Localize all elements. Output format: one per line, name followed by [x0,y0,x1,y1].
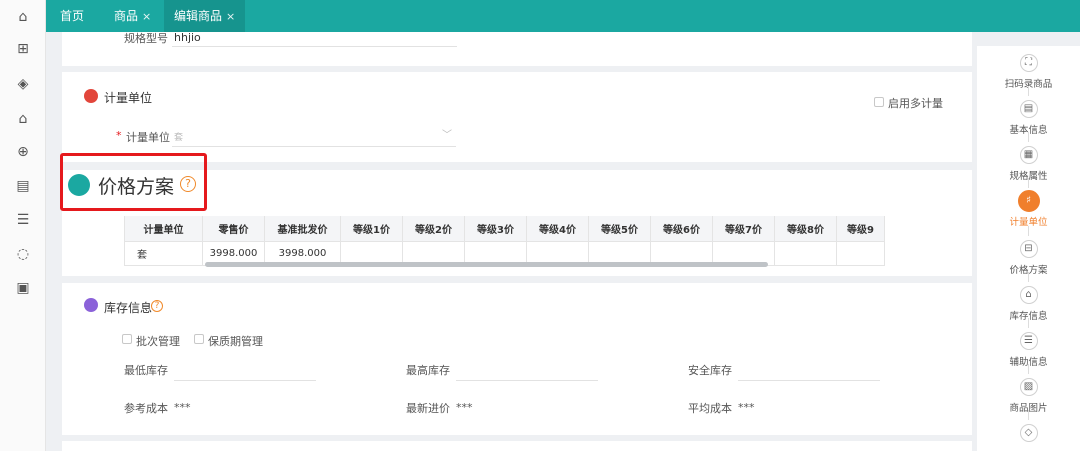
table-cell[interactable] [775,242,837,265]
unit-section-icon [84,89,98,103]
nav-connector [1028,226,1029,236]
min-stock-input[interactable] [174,380,316,381]
stock-section-icon [84,298,98,312]
max-stock-input[interactable] [456,380,598,381]
table-header-cell: 等级7价 [713,216,775,241]
spec-label: 规格型号 [124,32,168,45]
multi-unit-label: 启用多计量 [888,97,943,110]
tab-edit-goods[interactable]: 编辑商品 × [164,0,246,32]
min-stock-label: 最低库存 [124,364,168,377]
table-cell[interactable] [837,242,885,265]
max-stock-label: 最高库存 [406,364,450,377]
home-icon[interactable]: ⌂ [14,8,32,26]
unit-icon: ♯ [1017,190,1040,212]
table-header-cell: 等级9 [837,216,885,241]
spec-underline [172,46,457,47]
table-header-cell: 等级8价 [775,216,837,241]
stock-section-title: 库存信息 [104,301,153,315]
help-icon[interactable]: ? [151,300,163,312]
ref-cost-value: *** [174,401,191,414]
image-icon: ▨ [1019,378,1038,396]
table-scrollbar[interactable] [205,262,768,267]
report-icon[interactable]: ☰ [14,211,32,229]
top-tabbar: 首页 商品 × 编辑商品 × [46,0,1080,32]
safe-stock-label: 安全库存 [688,364,732,377]
table-header-cell: 等级5价 [589,216,651,241]
stock-card: 库存信息 ? 批次管理 保质期管理 最低库存 最高库存 安全库存 参考成本 **… [62,283,972,435]
left-sidebar: ⌂ ⊞ ◈ ⌂ ⊕ ▤ ☰ ◌ ▣ [0,0,46,451]
bag-icon[interactable]: ⊕ [14,143,32,161]
nav-connector [1028,410,1029,420]
avg-cost-label: 平均成本 [688,402,732,415]
aux-icon: ☰ [1019,332,1038,350]
nav-connector [1028,132,1029,142]
table-header-cell: 计量单位 [125,216,203,241]
unit-underline [172,146,456,147]
nav-connector [1028,364,1029,374]
close-icon[interactable]: × [142,10,151,23]
latest-price-value: *** [456,401,473,414]
batch-checkbox[interactable] [122,334,132,344]
tag-icon: ◇ [1019,424,1038,442]
clipboard-icon[interactable]: ▤ [14,177,32,195]
multi-unit-checkbox[interactable] [874,97,884,107]
scan-icon: ⛶ [1019,54,1038,72]
shelf-life-checkbox[interactable] [194,334,204,344]
tab-home[interactable]: 首页 [50,0,94,32]
table-header-cell: 等级1价 [341,216,403,241]
table-header-cell: 基准批发价 [265,216,341,241]
nav-connector [1028,86,1029,96]
tab-label: 首页 [60,9,85,23]
table-header-cell: 等级6价 [651,216,713,241]
avg-cost-value: *** [738,401,755,414]
table-cell[interactable]: 套 [125,242,203,265]
stock-icon: ⌂ [1019,286,1038,304]
required-mark: * [116,129,122,142]
tag-icon[interactable]: ◈ [14,75,32,93]
info-icon: ▤ [1019,100,1038,118]
right-section-nav: ⛶ 扫码录商品 ▤ 基本信息 ▦ 规格属性 ♯ 计量单位 ⊟ 价格方案 ⌂ 库存… [977,46,1080,451]
tab-label: 编辑商品 [174,9,223,23]
unit-field-label: 计量单位 [126,131,170,144]
table-header-cell: 等级3价 [465,216,527,241]
tab-goods[interactable]: 商品 × [104,0,161,32]
price-table-header: 计量单位 零售价 基准批发价 等级1价 等级2价 等级3价 等级4价 等级5价 等级6价 等级7价… [125,216,885,242]
nav-connector [1028,272,1029,282]
nav-connector [1028,318,1029,328]
grid-icon: ▦ [1019,146,1038,164]
table-header-cell: 零售价 [203,216,265,241]
ref-cost-label: 参考成本 [124,402,168,415]
close-icon[interactable]: × [226,10,235,23]
safe-stock-input[interactable] [738,380,880,381]
price-table: 计量单位 零售价 基准批发价 等级1价 等级2价 等级3价 等级4价 等级5价 等级6价 等级7价… [124,216,888,266]
batch-label: 批次管理 [136,335,180,348]
store-icon[interactable]: ⌂ [14,110,32,128]
tab-label: 商品 [114,9,139,23]
loading-icon[interactable]: ◌ [14,245,32,263]
next-card [62,441,972,451]
unit-section-title: 计量单位 [104,91,153,105]
chevron-down-icon[interactable]: ﹀ [442,126,452,141]
shelf-life-label: 保质期管理 [208,335,263,348]
nav-connector [1028,178,1029,188]
latest-price-label: 最新进价 [406,402,450,415]
table-header-cell: 等级4价 [527,216,589,241]
price-icon: ⊟ [1019,240,1038,258]
highlight-box [60,153,207,211]
table-header-cell: 等级2价 [403,216,465,241]
unit-field-value[interactable]: 套 [174,130,183,143]
gift-icon[interactable]: ⊞ [14,40,32,58]
document-icon[interactable]: ▣ [14,279,32,297]
spec-value[interactable]: hhjio [174,31,201,44]
spec-card: 规格型号 hhjio [62,31,972,66]
unit-card: 计量单位 启用多计量 * 计量单位 套 ﹀ [62,72,972,162]
